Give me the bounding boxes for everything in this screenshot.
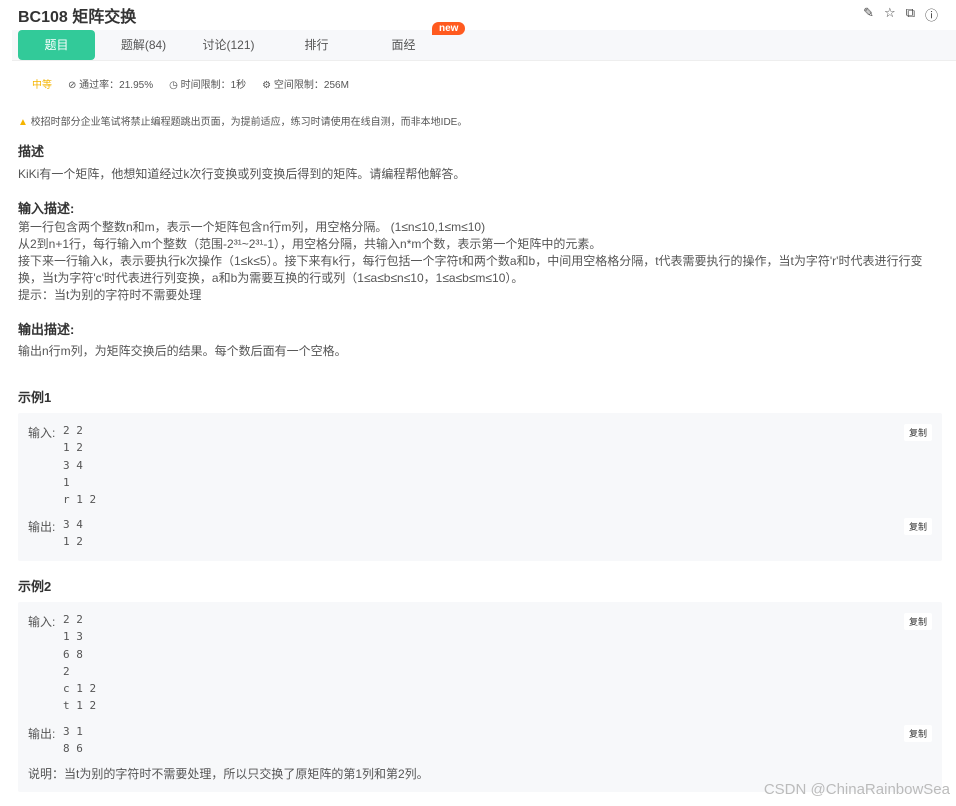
tab-problem[interactable]: 题目 [18, 30, 95, 60]
example2-output[interactable]: 3 1 8 6 [63, 723, 83, 758]
clock-icon: ◷ [169, 80, 181, 91]
input-desc-line: 从2到n+1行，每行输入m个整数（范围-2³¹~2³¹-1），用空格分隔，共输入… [18, 237, 602, 251]
copy-button[interactable]: 复制 [903, 424, 932, 441]
example1-output[interactable]: 3 4 1 2 [63, 516, 83, 551]
example2-heading: 示例2 [18, 579, 52, 594]
new-badge: new [432, 22, 466, 35]
tab-solutions[interactable]: 题解(84) [105, 30, 182, 60]
desc-heading: 描述 [18, 144, 45, 159]
example1-box: 输入: 2 2 1 2 3 4 1 r 1 2 复制 输出: 3 4 1 2 复… [18, 413, 942, 561]
example2-input[interactable]: 2 2 1 3 6 8 2 c 1 2 t 1 2 [63, 611, 96, 715]
output-desc-heading: 输出描述: [18, 322, 75, 337]
input-desc-line: 提示：当t为别的字符时不需要处理 [18, 288, 202, 302]
check-icon: ⊘ [68, 80, 80, 91]
star-icon[interactable]: ☆ [884, 5, 896, 24]
tab-bar: 题目 题解(84) 讨论(121) 排行 面经 [12, 30, 956, 61]
warning-icon: ▲ [18, 117, 31, 128]
copy-button[interactable]: 复制 [903, 518, 932, 535]
tab-discussion[interactable]: 讨论(121) [190, 30, 267, 60]
tab-interview[interactable]: 面经 [365, 30, 442, 60]
example1-input[interactable]: 2 2 1 2 3 4 1 r 1 2 [63, 422, 96, 508]
gear-icon: ⚙ [262, 80, 274, 91]
example2-box: 输入: 2 2 1 3 6 8 2 c 1 2 t 1 2 复制 输出: 3 1… [18, 602, 942, 792]
example1-heading: 示例1 [18, 390, 52, 405]
tab-ranking[interactable]: 排行 [278, 30, 355, 60]
edit-icon[interactable]: ✎ [863, 5, 874, 24]
problem-title: BC108 矩阵交换 [18, 9, 137, 26]
info-icon[interactable]: ⓘ [925, 5, 938, 24]
difficulty-badge: 中等 [32, 80, 52, 91]
input-desc-line: 第一行包含两个整数n和m，表示一个矩阵包含n行m列，用空格分隔。 (1≤n≤10… [18, 220, 486, 234]
copy-button[interactable]: 复制 [903, 725, 932, 742]
input-desc-heading: 输入描述: [18, 201, 75, 216]
output-label: 输出: [28, 727, 56, 741]
output-label: 输出: [28, 520, 56, 534]
output-desc-text: 输出n行m列，为矩阵交换后的结果。每个数后面有一个空格。 [18, 344, 347, 358]
pass-rate: 通过率：21.95% [79, 80, 154, 91]
example2-note: 说明：当t为别的字符时不需要处理，所以只交换了原矩阵的第1列和第2列。 [28, 767, 429, 781]
copy-button[interactable]: 复制 [903, 613, 932, 630]
warning-text: 校招时部分企业笔试将禁止编程题跳出页面，为提前适应，练习时请使用在线自测，而非本… [30, 117, 468, 128]
input-desc-line: 接下来一行输入k，表示要执行k次操作（1≤k≤5）。接下来有k行，每行包括一个字… [18, 254, 923, 285]
external-link-icon[interactable]: ⧉ [906, 5, 915, 24]
space-limit: 空间限制：256M [273, 80, 349, 91]
input-label: 输入: [28, 426, 56, 440]
time-limit: 时间限制：1秒 [180, 80, 247, 91]
desc-text: KiKi有一个矩阵，他想知道经过k次行变换或列变换后得到的矩阵。请编程帮他解答。 [18, 167, 466, 181]
input-label: 输入: [28, 615, 56, 629]
watermark: CSDN @ChinaRainbowSea [763, 781, 950, 798]
